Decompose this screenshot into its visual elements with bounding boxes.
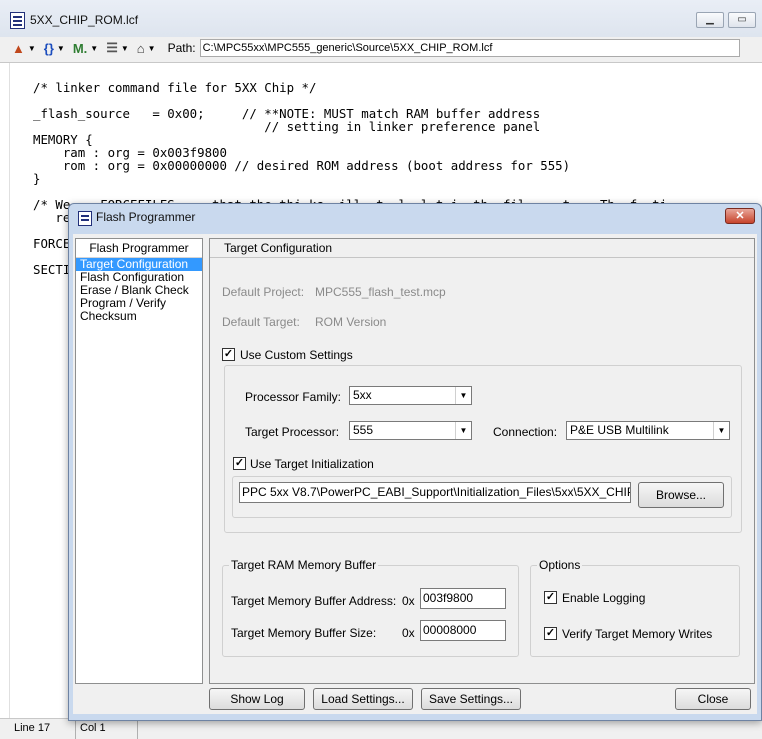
chevron-down-icon: ▼ <box>455 422 471 439</box>
close-icon[interactable]: ✕ <box>725 208 755 224</box>
maximize-button[interactable]: ▭ <box>728 12 756 28</box>
path-label: Path: <box>167 41 196 55</box>
document-icon <box>10 11 25 29</box>
flash-programmer-dialog: Flash Programmer ✕ Flash Programmer Targ… <box>68 203 762 721</box>
ram-buffer-group-title: Target RAM Memory Buffer <box>229 558 379 572</box>
editor-toolbar: ▲ ▼ {} ▼ M. ▼ ☰ ▼ ⌂ ▼ Path: C:\MPC55xx\M… <box>0 37 762 59</box>
status-bar: Line 17 Col 1 <box>0 718 762 739</box>
use-custom-settings-label: Use Custom Settings <box>240 348 353 362</box>
chevron-down-icon: ▼ <box>713 422 729 439</box>
buffer-size-label: Target Memory Buffer Size: <box>231 626 377 640</box>
target-configuration-panel: Target Configuration Default Project: MP… <box>209 238 755 684</box>
use-custom-settings-checkbox[interactable]: ✓ <box>222 348 235 361</box>
processor-family-value: 5xx <box>353 388 372 402</box>
default-target-value: ROM Version <box>315 315 387 329</box>
browse-button[interactable]: Browse... <box>638 482 724 508</box>
use-target-init-checkbox[interactable]: ✓ <box>233 457 246 470</box>
status-column: Col 1 <box>76 719 138 739</box>
default-project-label: Default Project: <box>222 285 305 299</box>
editor-title-row: 5XX_CHIP_ROM.lcf <box>10 10 138 30</box>
connection-label: Connection: <box>493 425 558 439</box>
editor-window-title: 5XX_CHIP_ROM.lcf <box>30 13 139 27</box>
enable-logging-label: Enable Logging <box>562 591 646 605</box>
default-project-value: MPC555_flash_test.mcp <box>315 285 446 299</box>
connection-select[interactable]: P&E USB Multilink ▼ <box>566 421 730 440</box>
verify-writes-checkbox[interactable]: ✓ <box>544 627 557 640</box>
buffer-address-label: Target Memory Buffer Address: <box>231 594 397 608</box>
connection-value: P&E USB Multilink <box>570 423 669 437</box>
buffer-address-field[interactable]: 003f9800 <box>420 588 506 609</box>
dialog-client: Flash Programmer Target Configuration Fl… <box>73 234 757 714</box>
target-processor-label: Target Processor: <box>245 425 340 439</box>
processor-family-select[interactable]: 5xx ▼ <box>349 386 472 405</box>
tree-item-checksum[interactable]: Checksum <box>76 310 202 323</box>
enable-logging-checkbox[interactable]: ✓ <box>544 591 557 604</box>
lock-icon: ⌂ <box>136 40 145 56</box>
braces-icon: {} <box>43 40 54 56</box>
options-group-title: Options <box>537 558 583 572</box>
vcs-menu[interactable]: ⌂ ▼ <box>137 41 156 56</box>
minimize-button[interactable]: ▁ <box>696 12 724 28</box>
document-settings-menu[interactable]: ☰ ▼ <box>106 40 129 56</box>
document-settings-icon: ☰ <box>106 40 118 55</box>
panel-header: Target Configuration <box>210 239 754 258</box>
window-controls: ▁ ▭ <box>696 12 756 28</box>
dialog-title: Flash Programmer <box>96 210 196 224</box>
tree-header: Flash Programmer <box>76 239 202 258</box>
chevron-down-icon: ▼ <box>56 43 65 53</box>
target-processor-select[interactable]: 555 ▼ <box>349 421 472 440</box>
load-settings-button[interactable]: Load Settings... <box>313 688 413 710</box>
init-file-field[interactable]: PPC 5xx V8.7\PowerPC_EABI_Support\Initia… <box>239 482 631 503</box>
options-group <box>530 565 740 657</box>
editor-titlebar: 5XX_CHIP_ROM.lcf ▁ ▭ <box>0 0 762 40</box>
buffer-size-prefix: 0x <box>402 626 415 640</box>
markers-icon: M. <box>72 40 88 56</box>
header-files-icon: ▲ <box>12 40 25 56</box>
document-icon <box>78 211 92 226</box>
header-files-menu[interactable]: ▲ ▼ <box>12 41 36 56</box>
chevron-down-icon: ▼ <box>455 387 471 404</box>
editor-gutter <box>0 63 10 718</box>
markers-menu[interactable]: M. ▼ <box>73 41 98 56</box>
show-log-button[interactable]: Show Log <box>209 688 305 710</box>
functions-menu[interactable]: {} ▼ <box>44 41 65 56</box>
close-button[interactable]: Close <box>675 688 751 710</box>
processor-family-label: Processor Family: <box>245 390 342 404</box>
dialog-titlebar[interactable]: Flash Programmer ✕ <box>69 204 761 231</box>
chevron-down-icon: ▼ <box>27 43 36 53</box>
path-field[interactable]: C:\MPC55xx\MPC555_generic\Source\5XX_CHI… <box>199 39 740 57</box>
settings-tree: Flash Programmer Target Configuration Fl… <box>75 238 203 684</box>
status-line: Line 17 <box>10 719 76 739</box>
chevron-down-icon: ▼ <box>90 43 99 53</box>
ram-buffer-group <box>222 565 519 657</box>
chevron-down-icon: ▼ <box>120 43 129 53</box>
buffer-size-field[interactable]: 00008000 <box>420 620 506 641</box>
use-target-init-label: Use Target Initialization <box>250 457 374 471</box>
buffer-address-prefix: 0x <box>402 594 415 608</box>
verify-writes-label: Verify Target Memory Writes <box>562 627 713 641</box>
default-target-label: Default Target: <box>222 315 300 329</box>
target-processor-value: 555 <box>353 423 374 437</box>
save-settings-button[interactable]: Save Settings... <box>421 688 521 710</box>
chevron-down-icon: ▼ <box>147 43 156 53</box>
